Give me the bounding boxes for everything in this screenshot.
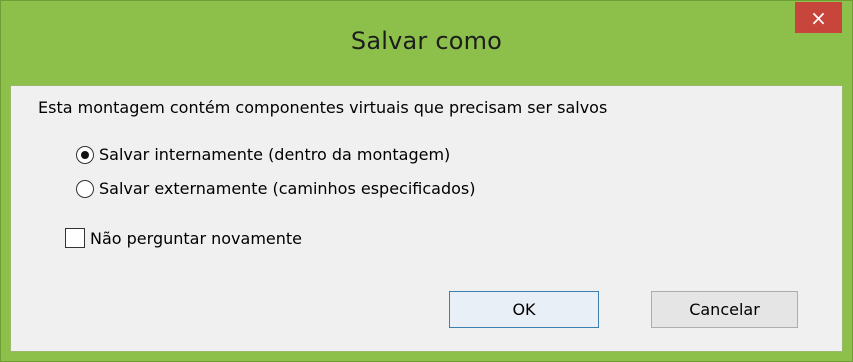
radio-save-externally[interactable]: Salvar externamente (caminhos especifica…: [76, 179, 476, 198]
ok-button[interactable]: OK: [449, 291, 599, 328]
radio-button-unselected[interactable]: [76, 179, 94, 198]
dialog-message: Esta montagem contém componentes virtuai…: [38, 98, 608, 117]
dont-ask-again-checkbox[interactable]: Não perguntar novamente: [65, 228, 302, 248]
title-bar[interactable]: Salvar como ×: [1, 1, 852, 85]
dont-ask-again-label: Não perguntar novamente: [90, 228, 303, 248]
dialog-content: Esta montagem contém componentes virtuai…: [10, 85, 843, 352]
radio-save-internally[interactable]: Salvar internamente (dentro da montagem): [76, 145, 450, 164]
cancel-button[interactable]: Cancelar: [651, 291, 798, 328]
close-button[interactable]: ×: [795, 2, 842, 33]
dialog-title: Salvar como: [350, 27, 503, 55]
close-icon: ×: [810, 5, 827, 30]
radio-save-externally-label: Salvar externamente (caminhos especifica…: [99, 179, 476, 198]
checkbox-box[interactable]: [65, 228, 85, 248]
radio-save-internally-label: Salvar internamente (dentro da montagem): [99, 145, 451, 164]
radio-button-selected[interactable]: [76, 145, 94, 164]
save-as-dialog: Salvar como × Esta montagem contém compo…: [0, 0, 853, 362]
